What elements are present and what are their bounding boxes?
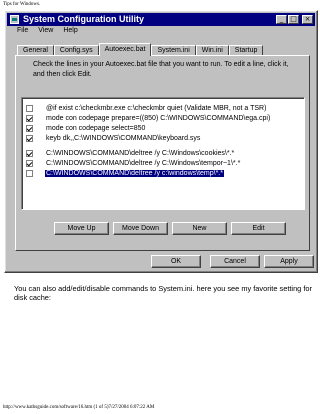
line-checkbox[interactable] <box>26 124 33 132</box>
autoexec-panel: Check the lines in your Autoexec.bat fil… <box>15 55 310 251</box>
line-text: @if exist c:\checkmbr.exe c:\checkmbr qu… <box>46 104 267 112</box>
menu-view[interactable]: View <box>38 27 53 38</box>
tab-autoexec-bat[interactable]: Autoexec.bat <box>98 43 152 56</box>
line-checkbox[interactable] <box>26 104 33 112</box>
title-bar[interactable]: System Configuration Utility _ □ × <box>7 13 315 26</box>
list-item[interactable]: C:\WINDOWS\COMMAND\deltree /y C:\Windows… <box>26 148 235 158</box>
cancel-button[interactable]: Cancel <box>210 255 260 268</box>
move-down-button[interactable]: Move Down <box>113 222 168 235</box>
window-title: System Configuration Utility <box>23 14 145 24</box>
line-text: C:\WINDOWS\COMMAND\deltree /y c:\windows… <box>45 169 224 177</box>
line-text: mode con codepage select=850 <box>46 124 146 132</box>
edit-button[interactable]: Edit <box>231 222 286 235</box>
line-checkbox[interactable] <box>26 134 33 142</box>
apply-button[interactable]: Apply <box>264 255 314 268</box>
menu-file[interactable]: File <box>17 27 28 38</box>
app-icon <box>10 15 19 24</box>
system-configuration-window: System Configuration Utility _ □ × File … <box>4 10 318 273</box>
line-text: C:\WINDOWS\COMMAND\deltree /y C:\Windows… <box>46 159 241 167</box>
caption-text: You can also add/edit/disable commands t… <box>14 284 312 302</box>
list-item[interactable]: mode con codepage prepare=((850) C:\WIND… <box>26 113 271 123</box>
maximize-button[interactable]: □ <box>288 15 299 24</box>
page-footer: http://www.kathsguide.com/software/16.ht… <box>3 405 155 410</box>
line-text: keyb dk,,C:\WINDOWS\COMMAND\keyboard.sys <box>46 134 201 142</box>
list-item[interactable]: C:\WINDOWS\COMMAND\deltree /y C:\Windows… <box>26 158 241 168</box>
page-header: Tips for Windows. <box>3 2 41 7</box>
new-button[interactable]: New <box>172 222 227 235</box>
minimize-button[interactable]: _ <box>276 15 287 24</box>
ok-button[interactable]: OK <box>151 255 201 268</box>
autoexec-lines-list[interactable]: @if exist c:\checkmbr.exe c:\checkmbr qu… <box>21 97 305 210</box>
line-checkbox[interactable] <box>26 114 33 122</box>
line-text: mode con codepage prepare=((850) C:\WIND… <box>46 114 271 122</box>
instructions-text: Check the lines in your Autoexec.bat fil… <box>33 61 289 78</box>
list-item[interactable]: @if exist c:\checkmbr.exe c:\checkmbr qu… <box>26 103 267 113</box>
move-up-button[interactable]: Move Up <box>54 222 109 235</box>
line-checkbox[interactable] <box>26 149 33 157</box>
list-item[interactable]: mode con codepage select=850 <box>26 123 146 133</box>
list-item[interactable]: keyb dk,,C:\WINDOWS\COMMAND\keyboard.sys <box>26 133 201 143</box>
menu-bar: File View Help <box>9 27 78 38</box>
line-text: C:\WINDOWS\COMMAND\deltree /y C:\Windows… <box>46 149 235 157</box>
close-button[interactable]: × <box>302 15 313 24</box>
list-item[interactable]: C:\WINDOWS\COMMAND\deltree /y c:\windows… <box>26 168 224 178</box>
tab-strip: General Config.sys Autoexec.bat System.i… <box>17 43 264 56</box>
menu-help[interactable]: Help <box>63 27 77 38</box>
line-checkbox[interactable] <box>26 159 33 167</box>
line-checkbox[interactable] <box>26 169 33 177</box>
